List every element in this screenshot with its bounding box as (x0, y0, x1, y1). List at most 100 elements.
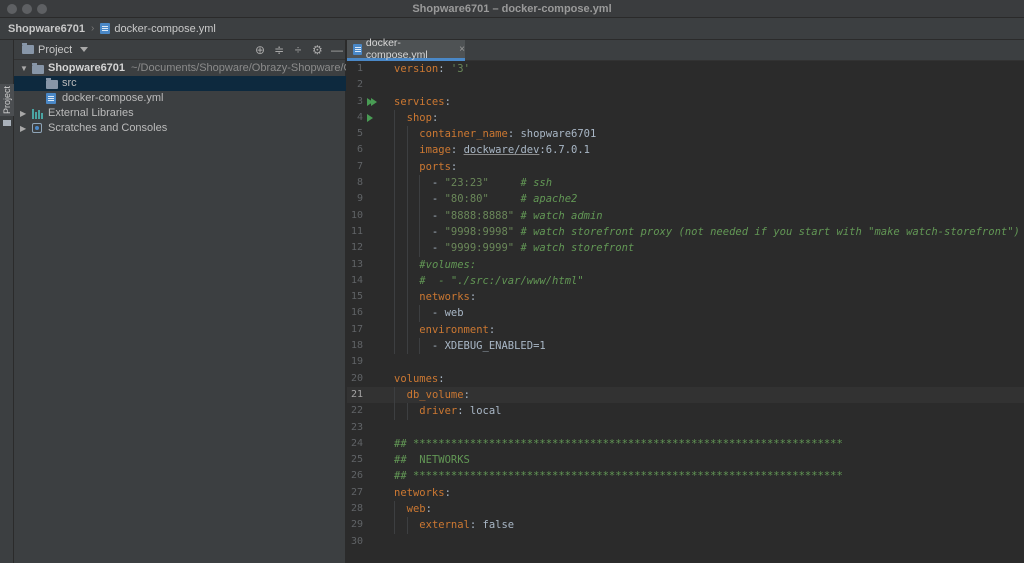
breadcrumb-file[interactable]: docker-compose.yml (114, 23, 215, 35)
code-token: # watch storefront proxy (not needed if … (520, 225, 1020, 238)
line-number: 13 (350, 258, 363, 270)
tree-item[interactable]: docker-compose.yml (14, 91, 346, 106)
panel-title[interactable]: Project (38, 44, 72, 56)
code-line[interactable]: 8 - "23:23" # ssh (347, 175, 1024, 192)
code-line[interactable]: 18 - XDEBUG_ENABLED=1 (347, 338, 1024, 355)
tree-item[interactable]: ▶ External Libraries (14, 106, 346, 121)
chevron-down-icon[interactable]: ▼ (20, 61, 28, 76)
code-token: volumes (394, 372, 439, 385)
code-token: : (438, 63, 451, 75)
code-line[interactable]: 23 (347, 420, 1024, 436)
code-token: - web (394, 307, 464, 320)
code-line[interactable]: 6 image: dockware/dev:6.7.0.1 (347, 142, 1024, 159)
code-line[interactable]: 1 version: '3' (347, 61, 1024, 77)
run-service-icon[interactable] (367, 113, 373, 122)
chevron-right-icon[interactable]: ▶ (20, 106, 26, 121)
code-token: ports (419, 160, 451, 173)
code-line[interactable]: 19 (347, 354, 1024, 370)
gear-icon[interactable]: ⚙ (312, 43, 323, 57)
code-line[interactable]: 28 web: (347, 501, 1024, 518)
run-all-services-icon[interactable] (367, 97, 377, 106)
code-editor[interactable]: 1 version: '3' 2 3 services: 4 shop: 5 contain… (347, 61, 1024, 550)
code-line[interactable]: 10 - "8888:8888" # watch admin (347, 207, 1024, 224)
code-token: : (488, 323, 496, 336)
line-number: 9 (356, 193, 363, 205)
code-text: - "80:80" # apache2 (394, 191, 577, 207)
window-title: Shopware6701 – docker-compose.yml (412, 3, 612, 15)
code-line[interactable]: 20 volumes: (347, 371, 1024, 387)
line-number: 19 (350, 356, 363, 368)
code-token: ## NETWORKS (394, 454, 470, 467)
code-text: ## *************************************… (394, 436, 843, 452)
code-line[interactable]: 29 external: false (347, 517, 1024, 534)
code-token: # - "./src:/var/www/html" (419, 274, 584, 287)
code-token: version (394, 63, 439, 75)
code-token: ## *************************************… (394, 437, 843, 450)
code-line[interactable]: 5 container_name: shopware6701 (347, 126, 1024, 143)
tree-item[interactable]: ▶ Scratches and Consoles (14, 121, 346, 136)
code-line[interactable]: 22 driver: local (347, 403, 1024, 420)
yaml-file-icon (46, 93, 56, 104)
code-line[interactable]: 14 # - "./src:/var/www/html" (347, 272, 1024, 290)
code-token: :6.7.0.1 (539, 144, 590, 157)
code-line[interactable]: 4 shop: (347, 109, 1024, 127)
tree-item[interactable]: src (14, 76, 346, 91)
code-token: ## *************************************… (394, 470, 843, 483)
code-line[interactable]: 17 environment: (347, 321, 1024, 339)
code-token: driver (419, 405, 458, 418)
code-line[interactable]: 12 - "9999:9999" # watch storefront (347, 240, 1024, 257)
navigation-bar: Shopware6701 › docker-compose.yml (0, 18, 1024, 40)
line-number: 23 (350, 421, 363, 433)
chevron-down-icon[interactable] (80, 47, 89, 52)
code-text: ## *************************************… (394, 468, 843, 484)
code-line[interactable]: 24 ## ***********************************… (347, 436, 1024, 452)
code-text: container_name: shopware6701 (394, 126, 596, 142)
tree-item[interactable]: ▼ Shopware6701 ~/Documents/Shopware/Obrazy… (14, 61, 346, 76)
hide-panel-icon[interactable]: — (331, 43, 343, 57)
tree-item-label: Shopware6701 (48, 62, 126, 74)
line-number: 8 (356, 177, 363, 189)
code-text: environment: (394, 322, 495, 338)
locate-file-icon[interactable]: ⊕ (255, 43, 265, 57)
code-token: : (444, 486, 451, 499)
code-line[interactable]: 30 (347, 534, 1024, 550)
code-line[interactable]: 27 networks: (347, 485, 1024, 501)
breadcrumb-project[interactable]: Shopware6701 (8, 23, 85, 35)
line-number: 15 (350, 291, 363, 303)
code-line[interactable]: 26 ## ***********************************… (347, 468, 1024, 484)
code-text: networks: (394, 485, 451, 501)
code-line[interactable]: 25 ## NETWORKS (347, 452, 1024, 468)
project-panel: Project ⊕ ≑ ÷ ⚙ — ▼ Shopware6701 ~/Documen… (14, 40, 346, 563)
code-line[interactable]: 7 ports: (347, 158, 1024, 176)
chevron-right-icon[interactable]: ▶ (20, 121, 26, 136)
line-number: 21 (350, 388, 363, 400)
tab-docker-compose[interactable]: docker-compose.yml × (347, 37, 465, 61)
folder-icon (22, 43, 34, 54)
code-line[interactable]: 3 services: (347, 94, 1024, 110)
close-tab-icon[interactable]: × (459, 44, 465, 55)
code-line[interactable]: 21 db_volume: (347, 386, 1024, 404)
code-line[interactable]: 2 (347, 77, 1024, 93)
code-line[interactable]: 16 - web (347, 305, 1024, 322)
code-text: ## NETWORKS (394, 452, 470, 468)
code-token: : (469, 291, 477, 304)
code-line[interactable]: 9 - "80:80" # apache2 (347, 191, 1024, 208)
code-text: image: dockware/dev:6.7.0.1 (394, 142, 590, 158)
code-line[interactable]: 13 #volumes: (347, 256, 1024, 273)
collapse-all-icon[interactable]: ÷ (293, 43, 303, 57)
code-text: db_volume: (394, 387, 470, 403)
project-tool-button[interactable]: Project (0, 84, 14, 116)
code-text: services: (394, 94, 451, 110)
code-token: - XDEBUG_ENABLED=1 (394, 340, 546, 353)
code-line[interactable]: 15 networks: (347, 289, 1024, 306)
editor-area: docker-compose.yml × 1 version: '3' 2 3 serv… (347, 37, 1024, 563)
code-line[interactable]: 11 - "9998:9998" # watch storefront prox… (347, 223, 1024, 241)
code-token: # apache2 (520, 193, 578, 206)
expand-all-icon[interactable]: ≑ (274, 43, 284, 57)
